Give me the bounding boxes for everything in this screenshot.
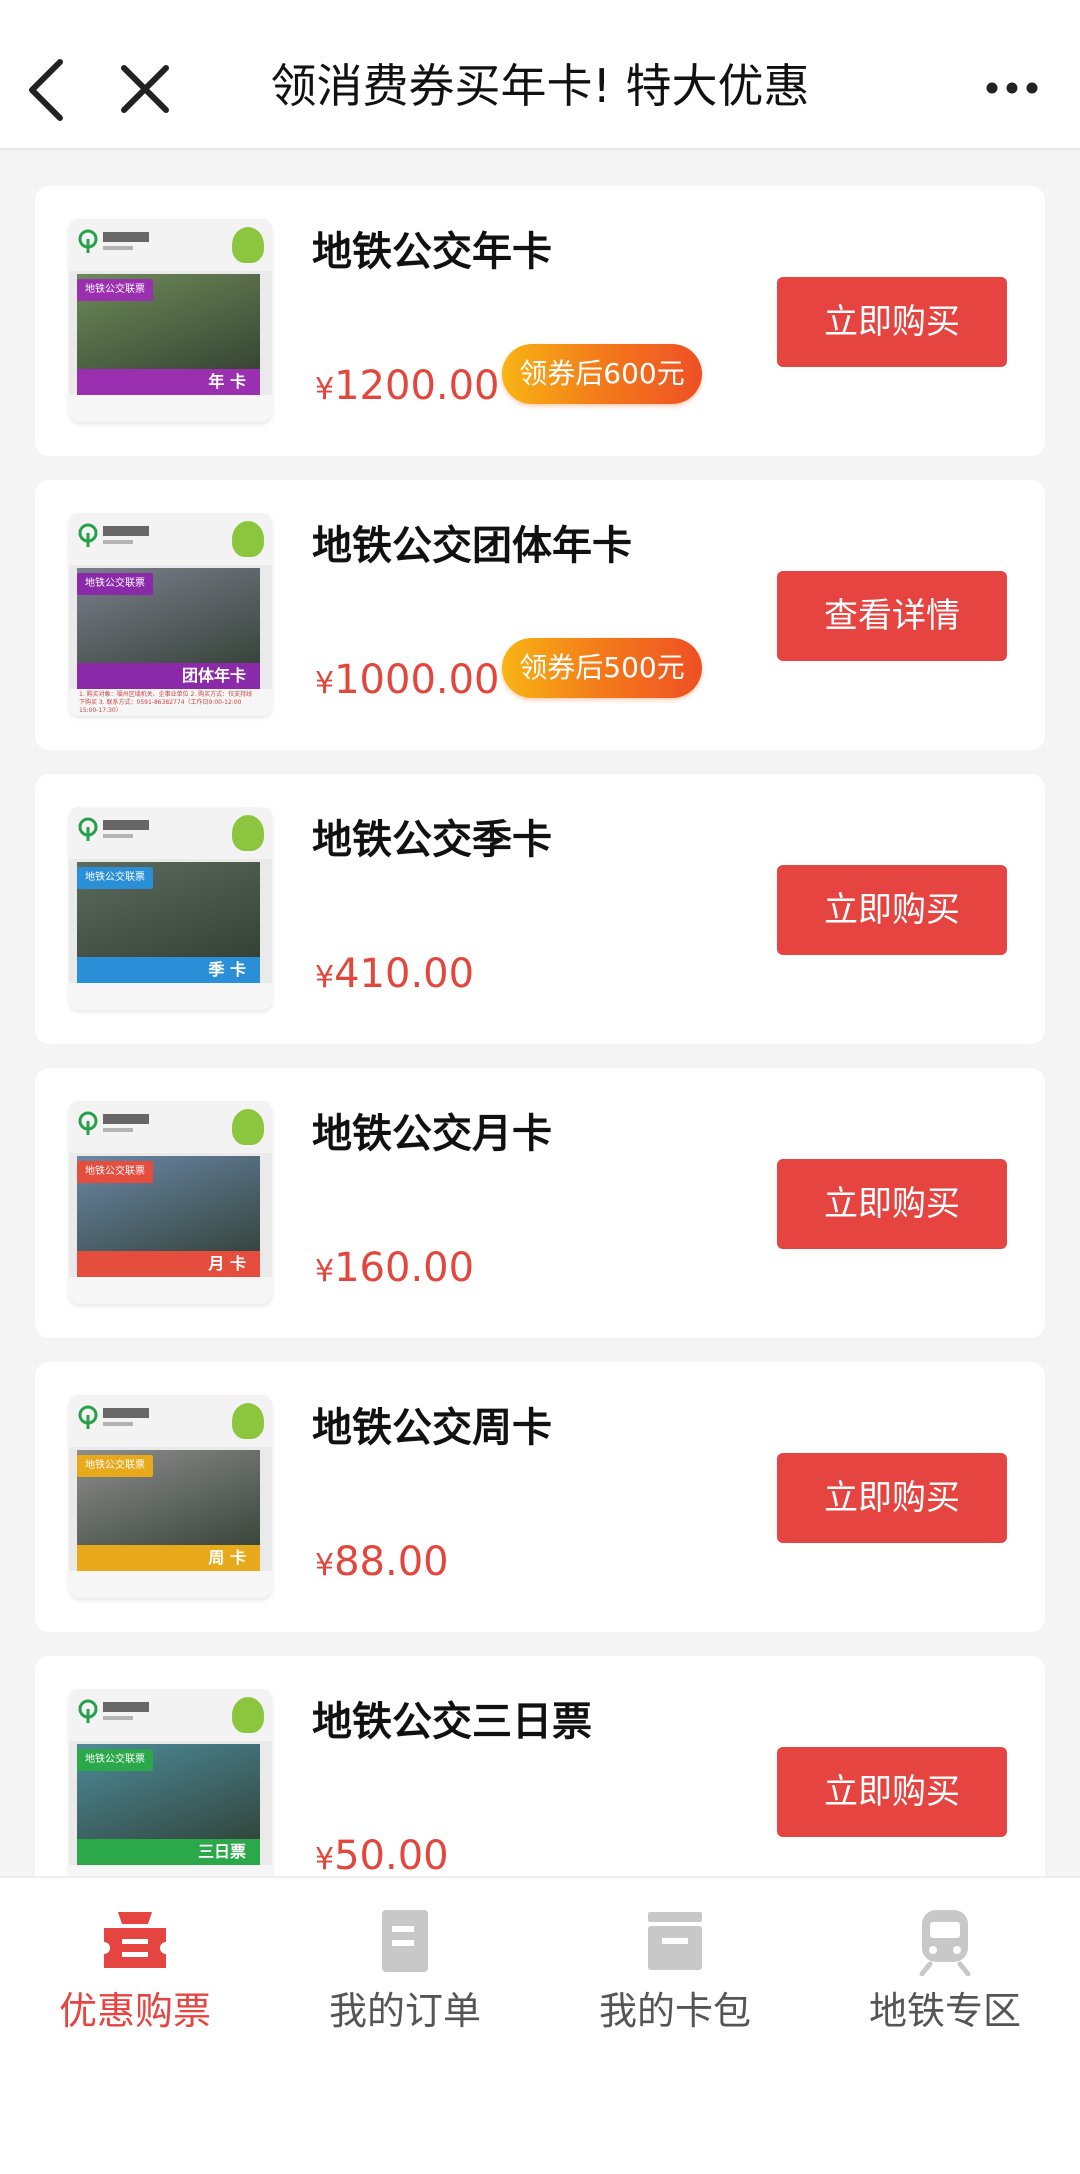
thumbnail-tag: 地铁公交联票 [77, 1161, 153, 1183]
metro-logo-icon [78, 229, 149, 253]
product-thumbnail[interactable]: 地铁公交联票月 卡 [69, 1101, 272, 1304]
metro-logo-icon [78, 1405, 149, 1429]
product-price: ¥50.00 [315, 1828, 449, 1876]
thumbnail-tag: 地铁公交联票 [77, 867, 153, 889]
card-wallet-icon [648, 1912, 702, 1970]
product-title: 地铁公交季卡 [312, 817, 552, 863]
price-value: 50.00 [334, 1833, 449, 1876]
thumbnail-band-label: 周 卡 [208, 1548, 246, 1567]
product-price: ¥160.00 [315, 1240, 474, 1296]
tab-label: 地铁专区 [868, 1989, 1021, 2033]
currency-symbol: ¥ [315, 1842, 335, 1876]
thumbnail-band-label: 季 卡 [208, 960, 246, 979]
top-nav-bar: 领消费券买年卡! 特大优惠 [0, 0, 1080, 150]
price-value: 88.00 [334, 1539, 449, 1585]
thumbnail-footer [69, 395, 272, 422]
more-dots-icon[interactable] [984, 74, 1040, 102]
product-title: 地铁公交月卡 [312, 1111, 552, 1157]
product-action-button[interactable]: 立即购买 [777, 277, 1007, 367]
thumbnail-tag: 地铁公交联票 [77, 279, 153, 301]
product-price: ¥1000.00 [315, 652, 500, 708]
mascot-icon [232, 1403, 264, 1439]
product-thumbnail[interactable]: 地铁公交联票季 卡 [69, 807, 272, 1010]
product-action-button[interactable]: 查看详情 [777, 571, 1007, 661]
product-thumbnail[interactable]: 地铁公交联票团体年卡 1. 购买对象：福州区域机关、企事业单位 2. 购买方式：仅… [69, 513, 272, 716]
product-price: ¥1200.00 [315, 358, 500, 414]
product-price: ¥410.00 [315, 946, 474, 1002]
thumbnail-notes: 1. 购买对象：福州区域机关、企事业单位 2. 购买方式：仅支持线下购买 3. … [79, 691, 253, 714]
product-title: 地铁公交年卡 [312, 229, 552, 275]
thumbnail-tag: 地铁公交联票 [77, 1749, 153, 1771]
thumbnail-band-label: 三日票 [197, 1842, 246, 1861]
bottom-tab-bar: 优惠购票 我的订单 我的卡包 地铁专区 [0, 1876, 1080, 2174]
page-title: 领消费券买年卡! 特大优惠 [270, 59, 810, 113]
thumbnail-footer [69, 1571, 272, 1598]
metro-logo-icon [78, 1111, 149, 1135]
product-thumbnail[interactable]: 地铁公交联票周 卡 [69, 1395, 272, 1598]
product-card[interactable]: 地铁公交联票 三日票 地铁公交三日票 ¥50.00 立即购买 [35, 1656, 1045, 1876]
metro-train-icon [919, 1910, 971, 1976]
currency-symbol: ¥ [315, 960, 335, 995]
tab-my-orders[interactable]: 我的订单 [270, 1878, 540, 2058]
metro-logo-icon [78, 523, 149, 547]
close-icon[interactable] [118, 62, 172, 116]
currency-symbol: ¥ [315, 372, 335, 407]
coupon-badge[interactable]: 领券后500元 [502, 638, 702, 698]
mascot-icon [232, 815, 264, 851]
tab-my-card-wallet[interactable]: 我的卡包 [540, 1878, 810, 2058]
metro-logo-icon [78, 817, 149, 841]
mascot-icon [232, 1697, 264, 1733]
product-list[interactable]: 地铁公交联票年 卡地铁公交年卡 ¥1200.00 领券后600元 立即购买 地铁公交联票… [0, 186, 1080, 1876]
product-title: 地铁公交周卡 [312, 1405, 552, 1451]
thumbnail-band-label: 团体年卡 [181, 666, 246, 685]
product-card[interactable]: 地铁公交联票周 卡地铁公交周卡 ¥88.00 立即购买 [35, 1362, 1045, 1632]
thumbnail-band-label: 月 卡 [208, 1254, 246, 1273]
tab-label: 我的卡包 [598, 1989, 751, 2033]
chevron-left-icon[interactable] [22, 56, 70, 124]
product-card[interactable]: 地铁公交联票团体年卡 1. 购买对象：福州区域机关、企事业单位 2. 购买方式：仅… [35, 480, 1045, 750]
mascot-icon [232, 1109, 264, 1145]
product-title: 地铁公交三日票 [312, 1699, 592, 1745]
order-document-icon [382, 1910, 428, 1972]
product-price: ¥88.00 [315, 1534, 449, 1590]
price-value: 1200.00 [334, 363, 500, 409]
product-title: 地铁公交团体年卡 [312, 523, 632, 569]
price-value: 160.00 [334, 1245, 475, 1291]
currency-symbol: ¥ [315, 666, 335, 701]
tab-discount-tickets[interactable]: 优惠购票 [0, 1878, 270, 2058]
currency-symbol: ¥ [315, 1548, 335, 1583]
product-action-button[interactable]: 立即购买 [777, 1159, 1007, 1249]
tab-metro-zone[interactable]: 地铁专区 [810, 1878, 1080, 2058]
thumbnail-tag: 地铁公交联票 [77, 1455, 153, 1477]
product-action-button[interactable]: 立即购买 [777, 1453, 1007, 1543]
product-card[interactable]: 地铁公交联票年 卡地铁公交年卡 ¥1200.00 领券后600元 立即购买 [35, 186, 1045, 456]
thumbnail-footer [69, 983, 272, 1010]
product-thumbnail[interactable]: 地铁公交联票年 卡 [69, 219, 272, 422]
coupon-badge[interactable]: 领券后600元 [502, 344, 702, 404]
product-action-button[interactable]: 立即购买 [777, 1747, 1007, 1837]
thumbnail-tag: 地铁公交联票 [77, 573, 153, 595]
price-value: 1000.00 [334, 657, 500, 703]
product-thumbnail[interactable]: 地铁公交联票三日票 [69, 1689, 272, 1876]
thumbnail-footer [69, 1865, 272, 1876]
mascot-icon [232, 227, 264, 263]
ticket-icon [104, 1912, 166, 1968]
product-card[interactable]: 地铁公交联票月 卡地铁公交月卡 ¥160.00 立即购买 [35, 1068, 1045, 1338]
metro-logo-icon [78, 1699, 149, 1723]
mascot-icon [232, 521, 264, 557]
thumbnail-footer [69, 1277, 272, 1304]
tab-label: 我的订单 [328, 1989, 481, 2033]
product-action-button[interactable]: 立即购买 [777, 865, 1007, 955]
currency-symbol: ¥ [315, 1254, 335, 1289]
thumbnail-band-label: 年 卡 [208, 372, 246, 391]
tab-label: 优惠购票 [58, 1989, 211, 2033]
product-card[interactable]: 地铁公交联票季 卡地铁公交季卡 ¥410.00 立即购买 [35, 774, 1045, 1044]
price-value: 410.00 [334, 951, 475, 997]
